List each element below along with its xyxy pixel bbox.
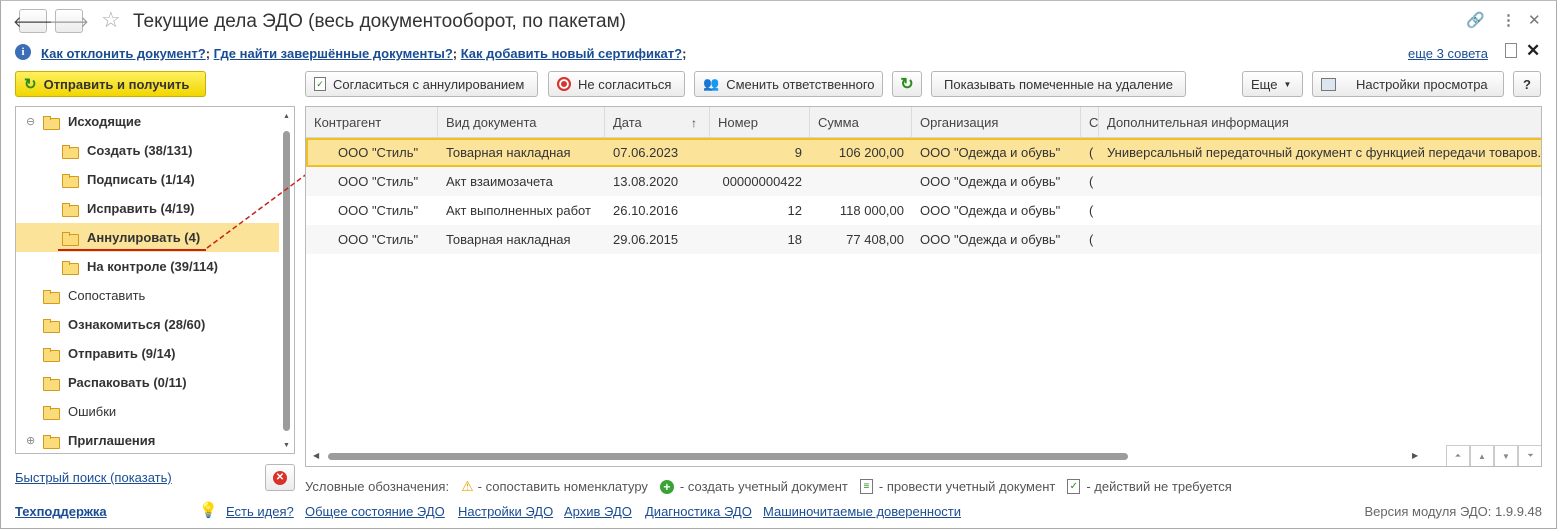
column-header[interactable]: С xyxy=(1081,107,1099,138)
column-header-label: Контрагент xyxy=(314,115,382,130)
table-cell-date: 26.10.2016 xyxy=(613,203,679,218)
column-header-label: Сумма xyxy=(818,115,859,130)
table-cell-s: ( xyxy=(1089,203,1094,218)
clear-icon: ✕ xyxy=(273,470,287,485)
table-cell-number: 12 xyxy=(787,203,802,218)
table-cell-org: ООО "Одежда и обувь" xyxy=(920,174,1061,189)
table-cell-sum: 106 200,00 xyxy=(838,145,904,160)
scroll-left-icon[interactable]: ◀ xyxy=(313,451,319,460)
clear-search-button[interactable]: ✕ xyxy=(265,464,295,491)
row-navigation: ⏶ ▲ ▼ ⏷ xyxy=(1446,445,1541,466)
table-cell-info xyxy=(1099,167,1541,196)
first-row-icon[interactable]: ⏶ xyxy=(1446,445,1470,466)
column-header[interactable]: Организация xyxy=(912,107,1081,138)
module-version: Версия модуля ЭДО: 1.9.9.48 xyxy=(1364,504,1543,519)
prev-row-icon[interactable]: ▲ xyxy=(1470,445,1494,466)
table-cell-contractor: ООО "Стиль" xyxy=(338,203,419,218)
column-header[interactable]: Дополнительная информация xyxy=(1099,107,1541,138)
column-header-label: Номер xyxy=(718,115,759,130)
legend: Условные обозначения: ⚠ - сопоставить но… xyxy=(305,478,1232,495)
sort-ascending-icon: ↑ xyxy=(691,115,697,130)
scroll-right-icon[interactable]: ▶ xyxy=(1412,451,1418,460)
table-cell-org: ООО "Одежда и обувь" xyxy=(920,203,1061,218)
column-header[interactable]: Вид документа xyxy=(438,107,605,138)
table-cell-number: 00000000422 xyxy=(722,174,802,189)
footer-link-powers-of-attorney[interactable]: Машиночитаемые доверенности xyxy=(763,504,961,519)
footer-link-archive[interactable]: Архив ЭДО xyxy=(564,504,632,519)
table-cell-date: 29.06.2015 xyxy=(613,232,679,247)
post-document-icon: ≡ xyxy=(859,479,873,494)
lightbulb-icon: 💡 xyxy=(199,502,218,519)
table-cell-contractor: ООО "Стиль" xyxy=(338,145,419,160)
quick-search-link[interactable]: Быстрый поиск (показать) xyxy=(15,470,172,485)
table-cell-contractor: ООО "Стиль" xyxy=(338,232,419,247)
footer-link-diagnostics[interactable]: Диагностика ЭДО xyxy=(645,504,752,519)
table-cell-date: 13.08.2020 xyxy=(613,174,679,189)
column-header-label: Дополнительная информация xyxy=(1107,115,1289,130)
warning-icon: ⚠ xyxy=(461,478,474,494)
table-cell-info: Универсальный передаточный документ с фу… xyxy=(1107,145,1542,160)
last-row-icon[interactable]: ⏷ xyxy=(1518,445,1541,466)
documents-table: Контрагент Вид документа Дата ↑ Номер Сумма Ор… xyxy=(305,106,1542,467)
legend-item-post: - провести учетный документ xyxy=(878,479,1056,494)
table-cell-sum xyxy=(810,167,912,196)
legend-item-match: - сопоставить номенклатуру xyxy=(477,479,648,494)
table-cell-s: ( xyxy=(1089,232,1094,247)
footer-link-idea[interactable]: Есть идея? xyxy=(226,504,294,519)
column-header[interactable]: Контрагент xyxy=(306,107,438,138)
footer-link-settings[interactable]: Настройки ЭДО xyxy=(458,504,553,519)
table-row[interactable]: ООО "Стиль" Товарная накладная 07.06.2023 9… xyxy=(306,138,1542,167)
edo-window: 🡐 🡒 ☆ Текущие дела ЭДО (весь документооб… xyxy=(0,0,1557,529)
table-cell-doc-type: Товарная накладная xyxy=(446,232,571,247)
table-cell-doc-type: Акт взаимозачета xyxy=(446,174,553,189)
table-cell-s: ( xyxy=(1089,174,1094,189)
column-header-label: Организация xyxy=(920,115,999,130)
table-cell-contractor: ООО "Стиль" xyxy=(338,174,419,189)
table-cell-info xyxy=(1099,225,1541,254)
footer-link-status[interactable]: Общее состояние ЭДО xyxy=(305,504,445,519)
table-cell-doc-type: Товарная накладная xyxy=(446,145,571,160)
legend-title: Условные обозначения: xyxy=(305,479,450,494)
column-header-label: Дата xyxy=(613,115,642,130)
legend-item-create: - создать учетный документ xyxy=(679,479,848,494)
column-header[interactable]: Номер xyxy=(710,107,810,138)
table-row[interactable]: ООО "Стиль" Товарная накладная 29.06.2015 1… xyxy=(306,225,1541,254)
table-cell-org: ООО "Одежда и обувь" xyxy=(920,145,1061,160)
table-cell-org: ООО "Одежда и обувь" xyxy=(920,232,1061,247)
column-header-label: Вид документа xyxy=(446,115,537,130)
table-cell-number: 18 xyxy=(787,232,802,247)
table-row[interactable]: ООО "Стиль" Акт взаимозачета 13.08.2020 000… xyxy=(306,167,1541,196)
next-row-icon[interactable]: ▼ xyxy=(1494,445,1518,466)
no-action-icon: ✓ xyxy=(1067,479,1081,494)
table-cell-date: 07.06.2023 xyxy=(613,145,679,160)
legend-item-no-action: - действий не требуется xyxy=(1086,479,1232,494)
table-cell-number: 9 xyxy=(794,145,802,160)
scrollbar-thumb[interactable] xyxy=(328,453,1128,460)
table-row[interactable]: ООО "Стиль" Акт выполненных работ 26.10.20… xyxy=(306,196,1541,225)
table-cell-s: ( xyxy=(1089,145,1094,160)
column-header[interactable]: Сумма xyxy=(810,107,912,138)
add-circle-icon: + xyxy=(659,479,674,494)
horizontal-scrollbar[interactable]: ◀ ▶ xyxy=(306,445,1446,466)
column-header[interactable]: Дата ↑ xyxy=(605,107,710,138)
table-cell-doc-type: Акт выполненных работ xyxy=(446,203,591,218)
table-header: Контрагент Вид документа Дата ↑ Номер Сумма Ор… xyxy=(306,107,1541,138)
support-link[interactable]: Техподдержка xyxy=(15,504,107,519)
table-cell-info xyxy=(1099,196,1541,225)
column-header-label: С xyxy=(1089,115,1099,130)
table-cell-sum: 77 408,00 xyxy=(846,232,904,247)
table-cell-sum: 118 000,00 xyxy=(839,203,904,218)
